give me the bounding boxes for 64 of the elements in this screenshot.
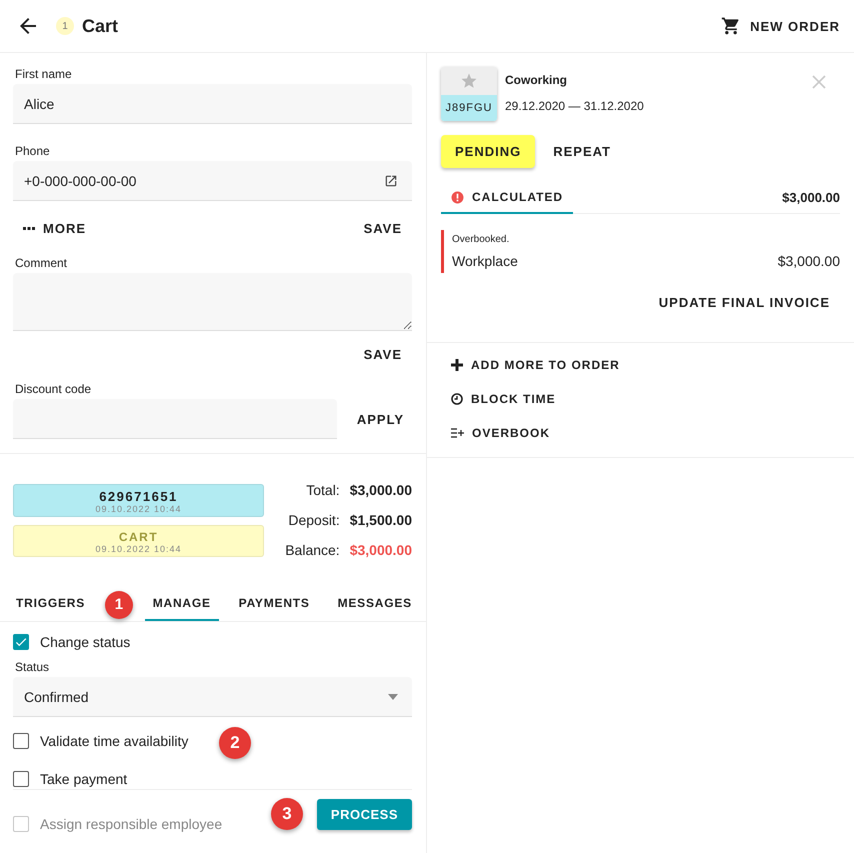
warning-text: Overbooked.: [452, 234, 510, 245]
star-icon: [460, 72, 478, 90]
external-link-icon[interactable]: [384, 174, 398, 188]
total-value: $3,000.00: [350, 482, 412, 498]
checkbox-label: Assign responsible employee: [40, 816, 222, 832]
field-label: Phone: [15, 144, 51, 158]
text-field[interactable]: Alice: [13, 84, 412, 124]
checkbox-label: Take payment: [40, 771, 128, 787]
clock-icon: [451, 393, 463, 405]
line-item-name: Workplace: [452, 253, 518, 269]
annotation-marker: 2: [219, 727, 251, 759]
apply-button[interactable]: APPLY: [348, 406, 412, 432]
process-button[interactable]: PROCESS: [316, 799, 412, 830]
action-button[interactable]: BLOCK TIME: [441, 387, 840, 411]
action-button[interactable]: ADD MORE TO ORDER: [441, 353, 840, 377]
status-dropdown[interactable]: Confirmed: [13, 677, 412, 717]
tab[interactable]: TRIGGERS: [8, 588, 94, 621]
total-value: $3,000.00: [350, 542, 412, 558]
dropdown-caret-icon: [388, 694, 398, 700]
comment-field[interactable]: [13, 273, 412, 331]
annotation-marker: 3: [271, 798, 303, 830]
dots-icon: [23, 226, 35, 230]
field-label: First name: [15, 67, 73, 81]
line-item-price: $3,000.00: [778, 253, 840, 269]
booking-total: $3,000.00: [782, 190, 840, 205]
item-dates: 29.12.2020 — 31.12.2020: [505, 99, 645, 113]
annotation-marker: 1: [104, 590, 133, 618]
checkbox-label: Validate time availability: [40, 733, 188, 749]
tab[interactable]: PAYMENTS: [230, 588, 318, 621]
phone-field[interactable]: +0-000-000-00-00: [13, 161, 412, 201]
item-code: J89FGU: [441, 95, 497, 121]
action-button[interactable]: OVERBOOK: [441, 421, 840, 445]
save-button[interactable]: SAVE: [354, 341, 412, 368]
list-plus-icon: [451, 428, 464, 438]
field-label: Status: [15, 660, 50, 674]
field-label: Discount code: [15, 382, 92, 396]
checkbox[interactable]: [13, 733, 29, 749]
total-label: Balance:: [285, 542, 340, 558]
calculated-tab[interactable]: CALCULATED: [441, 182, 574, 214]
more-button[interactable]: MORE: [13, 215, 96, 242]
checkbox-label: Change status: [40, 634, 130, 650]
item-name: Coworking: [505, 73, 568, 87]
repeat-button[interactable]: REPEAT: [543, 138, 621, 165]
update-invoice-button[interactable]: UPDATE FINAL INVOICE: [648, 289, 840, 316]
discount-code-field[interactable]: [13, 399, 337, 439]
checkbox[interactable]: [13, 634, 29, 650]
total-label: Deposit:: [287, 512, 340, 528]
status-title: 629671651: [99, 489, 178, 504]
plus-icon: [451, 359, 463, 371]
count-badge: 1: [56, 17, 74, 35]
pending-button[interactable]: PENDING: [441, 135, 536, 168]
checkbox[interactable]: [13, 771, 29, 787]
page-title: Cart: [82, 16, 118, 36]
save-button[interactable]: SAVE: [354, 215, 412, 242]
field-label: Comment: [15, 256, 68, 270]
alert-icon: [451, 190, 464, 204]
total-value: $1,500.00: [350, 512, 412, 528]
tab[interactable]: MESSAGES: [330, 588, 420, 621]
status-time: 09.10.2022 10:44: [95, 504, 182, 514]
total-label: Total:: [305, 482, 340, 498]
status-title: CART: [118, 530, 158, 544]
new-order-button[interactable]: NEW ORDER: [710, 10, 850, 42]
tab[interactable]: MANAGE: [144, 588, 219, 621]
status-time: 09.10.2022 10:44: [95, 544, 182, 554]
